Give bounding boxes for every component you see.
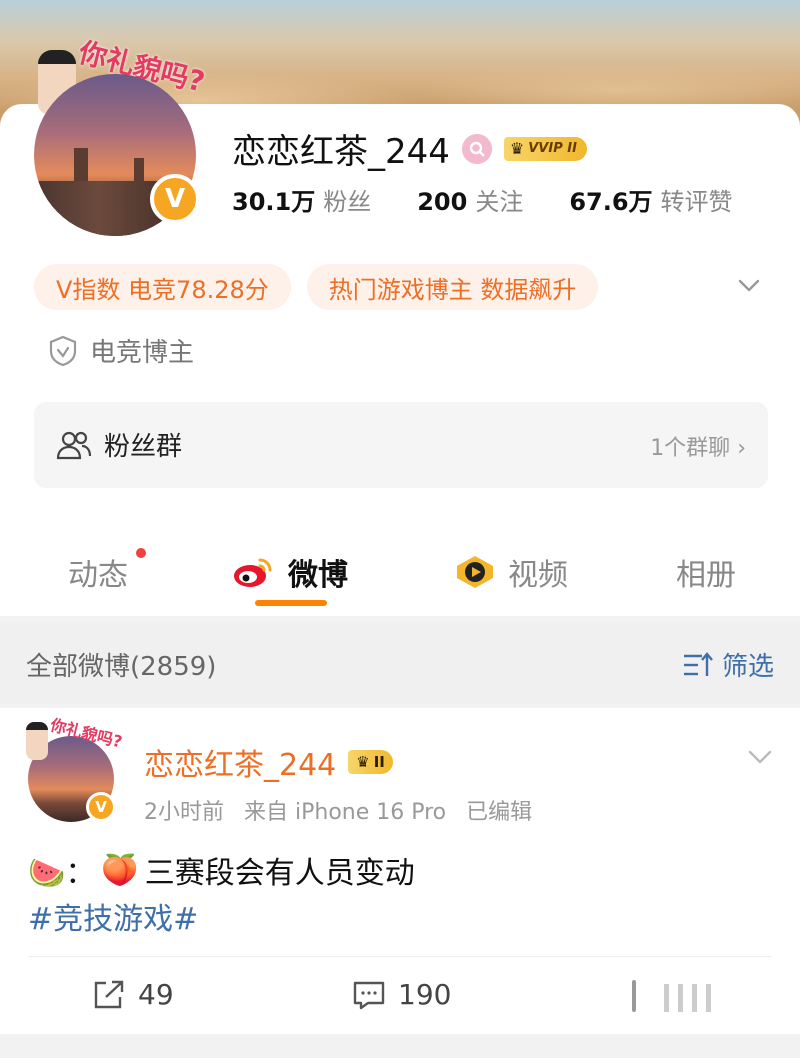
shield-icon <box>48 335 78 367</box>
like-button[interactable] <box>626 978 716 1014</box>
name-row: 恋恋红茶_244 ♛ VVIP II <box>232 124 587 173</box>
stat-label: 转评赞 <box>660 188 733 216</box>
vip-label: VVIP II <box>528 141 577 156</box>
v-verified-icon: V <box>86 792 116 822</box>
crown-icon: ♛ <box>356 753 370 771</box>
post-name-row: 恋恋红茶_244 ♛ II <box>144 740 393 784</box>
chevron-down-icon[interactable] <box>746 742 774 770</box>
repost-icon <box>92 979 126 1011</box>
like-icon <box>626 978 716 1014</box>
tab-weibo[interactable]: 微博 <box>232 550 348 594</box>
v-verified-icon: V <box>150 174 200 224</box>
chevron-down-icon[interactable] <box>736 272 762 298</box>
certification-label: 电竞博主 <box>90 338 195 368</box>
fans-group-right: 1个群聊 › <box>650 430 746 462</box>
fans-group-row[interactable]: 粉丝群 1个群聊 › <box>34 402 768 488</box>
stat-following[interactable]: 200 关注 <box>417 182 523 217</box>
post-text-emoji: 🍑 <box>101 852 139 888</box>
repost-count: 49 <box>138 978 174 1011</box>
all-posts-count: 全部微博(2859) <box>26 652 217 682</box>
comment-button[interactable]: 190 <box>352 978 451 1011</box>
avatar-wrap[interactable]: 你礼貌吗? V <box>34 4 208 236</box>
fans-group-label: 粉丝群 <box>104 432 183 462</box>
post-card: V 你礼貌吗? 恋恋红茶_244 ♛ II 2小时前 来自 iPhone 16 … <box>0 708 800 1034</box>
post-text-prefix: 🍉： <box>28 856 96 891</box>
post-avatar-decoration: 你礼貌吗? <box>26 715 126 760</box>
certification: 电竞博主 <box>48 332 194 369</box>
stat-number: 30.1万 <box>232 188 316 216</box>
filter-label: 筛选 <box>721 652 774 682</box>
weibo-logo-icon <box>232 554 276 590</box>
post-time: 2小时前 <box>144 800 224 825</box>
post-actions: 49 190 <box>0 978 800 1018</box>
stat-interactions[interactable]: 67.6万 转评赞 <box>569 182 732 217</box>
tag-v-index[interactable]: V指数 电竞78.28分 <box>34 264 291 310</box>
female-icon <box>461 133 492 164</box>
comment-count: 190 <box>398 978 452 1011</box>
stats-row: 30.1万 粉丝 200 关注 67.6万 转评赞 <box>232 182 733 217</box>
deco-text: 你礼貌吗? <box>48 715 125 752</box>
post-text-body: 三赛段会有人员变动 <box>144 856 415 891</box>
post-text: 🍉： 🍑 三赛段会有人员变动 <box>28 848 415 892</box>
stat-fans[interactable]: 30.1万 粉丝 <box>232 182 371 217</box>
post-divider <box>28 956 772 957</box>
vip-badge[interactable]: ♛ II <box>348 750 393 774</box>
repost-button[interactable]: 49 <box>92 978 174 1011</box>
chevron-right-icon: › <box>737 436 746 461</box>
post-source: 来自 iPhone 16 Pro <box>244 800 447 825</box>
vip-badge[interactable]: ♛ VVIP II <box>503 136 587 161</box>
filter-bar: 全部微博(2859) 筛选 <box>0 622 800 704</box>
stat-label: 关注 <box>475 188 524 216</box>
stat-number: 200 <box>417 188 468 216</box>
tab-label: 微博 <box>288 558 348 593</box>
post-edited: 已编辑 <box>466 800 533 825</box>
comment-icon <box>352 979 386 1011</box>
stat-number: 67.6万 <box>569 188 653 216</box>
video-icon <box>454 554 496 590</box>
profile-tabs: 动态 微博 视频 相册 <box>0 540 800 616</box>
vip-label: II <box>373 753 385 771</box>
tab-feed[interactable]: 动态 <box>68 550 128 594</box>
group-icon <box>56 429 92 461</box>
post-hashtag[interactable]: #竞技游戏# <box>28 894 198 938</box>
fans-group-count: 1个群聊 <box>650 436 731 461</box>
tab-album[interactable]: 相册 <box>676 550 736 594</box>
tab-label: 相册 <box>676 558 736 593</box>
tag-hot-gamer[interactable]: 热门游戏博主 数据飙升 <box>306 264 599 310</box>
filter-icon <box>682 651 714 679</box>
tab-video[interactable]: 视频 <box>454 550 568 594</box>
post-author[interactable]: 恋恋红茶_244 <box>144 740 336 784</box>
fans-group-left: 粉丝群 <box>56 426 182 463</box>
active-tab-indicator <box>255 600 327 606</box>
crown-icon: ♛ <box>509 139 525 158</box>
tab-label: 视频 <box>508 558 568 593</box>
filter-button[interactable]: 筛选 <box>682 646 774 683</box>
post-meta: 2小时前 来自 iPhone 16 Pro 已编辑 <box>144 794 532 826</box>
bottom-strip <box>0 1034 800 1058</box>
chibi-face <box>26 722 48 760</box>
profile-page: 你礼貌吗? V 恋恋红茶_244 ♛ VVIP II 30.1万 粉丝 200 关注… <box>0 0 800 1058</box>
notification-dot <box>136 548 146 558</box>
stat-label: 粉丝 <box>323 188 372 216</box>
tab-label: 动态 <box>68 558 128 593</box>
tags-row: V指数 电竞78.28分 热门游戏博主 数据飙升 <box>34 264 599 310</box>
username[interactable]: 恋恋红茶_244 <box>232 124 450 173</box>
